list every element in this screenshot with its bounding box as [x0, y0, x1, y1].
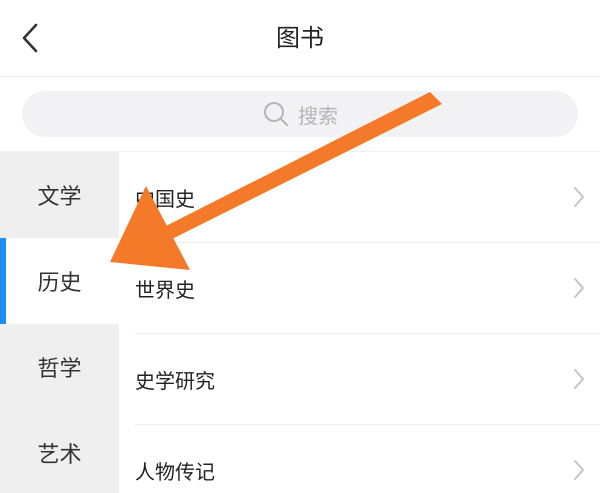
- list-item[interactable]: 史学研究: [135, 334, 600, 425]
- list-item-label: 人物传记: [135, 459, 215, 484]
- search-icon: [262, 100, 290, 128]
- chevron-right-icon: [574, 187, 584, 207]
- sidebar-item-literature[interactable]: 文学: [0, 152, 119, 238]
- list-item[interactable]: 中国史: [135, 152, 600, 243]
- sidebar-item-label: 文学: [37, 185, 82, 210]
- sidebar-item-art[interactable]: 艺术: [0, 410, 119, 493]
- page-title: 图书: [276, 24, 324, 52]
- search-input[interactable]: 搜索: [22, 91, 578, 137]
- top-bar: 图书: [0, 0, 600, 77]
- list-item[interactable]: 世界史: [135, 243, 600, 334]
- chevron-right-icon: [574, 278, 584, 298]
- screen: 图书 搜索 文学 历史 哲学 艺术 中国史 世界史 史学研究 人物传记: [0, 0, 600, 493]
- list-item-label: 世界史: [135, 277, 195, 302]
- sidebar-item-label: 艺术: [37, 443, 82, 468]
- list-item-label: 中国史: [135, 186, 195, 211]
- chevron-right-icon: [574, 369, 584, 389]
- category-sidebar: 文学 历史 哲学 艺术: [0, 152, 119, 493]
- sidebar-item-label: 哲学: [37, 357, 82, 382]
- list-item[interactable]: 人物传记: [135, 425, 600, 493]
- sidebar-item-label: 历史: [37, 271, 82, 296]
- search-bar-container: 搜索: [0, 77, 600, 152]
- search-placeholder: 搜索: [298, 103, 338, 128]
- sidebar-item-history[interactable]: 历史: [0, 238, 119, 324]
- subcategory-list: 中国史 世界史 史学研究 人物传记: [119, 152, 600, 493]
- list-item-label: 史学研究: [135, 368, 215, 393]
- chevron-right-icon: [574, 460, 584, 480]
- sidebar-item-philosophy[interactable]: 哲学: [0, 324, 119, 410]
